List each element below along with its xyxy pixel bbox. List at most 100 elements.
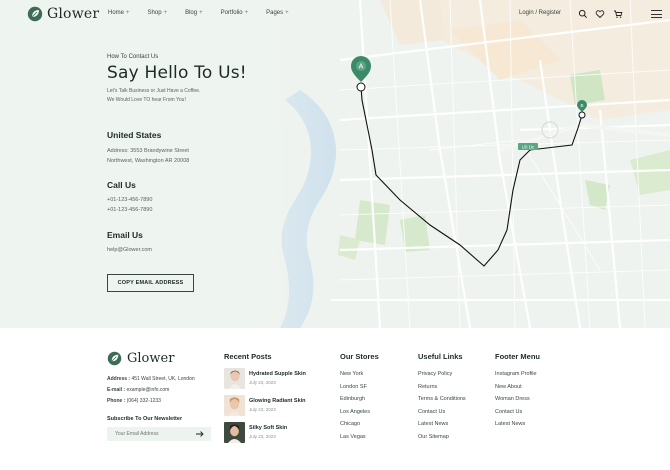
address-line: Address: 3553 Brandywine Street: [107, 148, 189, 154]
footer-email-label: E-mail :: [107, 387, 126, 393]
contact-eyebrow: How To Contact Us: [107, 54, 159, 60]
post-title: Hydrated Supple Skin: [249, 371, 306, 377]
search-icon[interactable]: [578, 9, 588, 19]
nav-label: Shop: [147, 10, 162, 16]
address-line: Northwest, Washington AR 20008: [107, 158, 190, 164]
leaf-logo-icon: [27, 6, 43, 22]
post-date: July 23, 2023: [249, 380, 276, 385]
footer-address: Address : 451 Wall Street, UK, London: [107, 376, 195, 382]
footer-menu-link[interactable]: New About: [495, 384, 522, 390]
nav-label: Blog: [185, 10, 198, 16]
footer-menu-link[interactable]: Latest News: [495, 421, 525, 427]
useful-link[interactable]: Contact Us: [418, 409, 445, 415]
footer-menu-link[interactable]: Instagram Profile: [495, 371, 537, 377]
newsletter-title: Subscribe To Our Newsletter: [107, 416, 183, 422]
newsletter-email-input[interactable]: [107, 431, 193, 437]
plus-icon: +: [199, 10, 203, 16]
plus-icon: +: [285, 10, 289, 16]
phone-lines: +01-123-456-7890 +01-123-456-7890: [107, 195, 152, 215]
heart-icon[interactable]: [595, 9, 605, 19]
footer-address-value: 451 Wall Street, UK, London: [131, 376, 195, 382]
newsletter-submit-button[interactable]: [193, 427, 207, 441]
marker-a-label: A: [359, 64, 364, 71]
store-link[interactable]: Los Angeles: [340, 409, 370, 415]
post-text: Hydrated Supple Skin July 23, 2023: [249, 368, 306, 385]
email-block: Email Us help@Glower.com: [107, 230, 152, 255]
store-link[interactable]: Las Vegas: [340, 434, 366, 440]
store-link[interactable]: New York: [340, 371, 363, 377]
phone-number[interactable]: +01-123-456-7890: [107, 195, 152, 205]
phone-number[interactable]: +01-123-456-7890: [107, 205, 152, 215]
useful-link[interactable]: Latest News: [418, 421, 448, 427]
address-lines: Address: 3553 Brandywine Street Northwes…: [107, 146, 189, 166]
nav-item-shop[interactable]: Shop +: [148, 10, 168, 16]
email-address[interactable]: help@Glower.com: [107, 245, 152, 255]
contact-subtitle-line: We Would Love TO hear From You!: [107, 97, 186, 103]
location-block: United States Address: 3553 Brandywine S…: [107, 130, 189, 166]
road-sign: US 1tc: [518, 143, 538, 150]
main-nav: Home + Shop + Blog + Portfolio + Pages +: [108, 10, 307, 16]
brand-name: Glower: [47, 6, 100, 22]
nav-label: Pages: [266, 10, 284, 16]
call-title: Call Us: [107, 180, 136, 190]
footer-email-value[interactable]: example@info.com: [126, 387, 169, 393]
footer-menu-link[interactable]: Woman Dress: [495, 396, 530, 402]
menu-icon[interactable]: [651, 10, 662, 18]
plus-icon: +: [244, 10, 249, 16]
road-sign-label: US 1tc: [522, 145, 535, 150]
login-register-link[interactable]: Login / Register: [519, 10, 561, 16]
footer-phone-label: Phone :: [107, 398, 126, 404]
footer-email: E-mail : example@info.com: [107, 387, 169, 393]
footer-logo[interactable]: Glower: [107, 351, 174, 366]
nav-item-pages[interactable]: Pages +: [266, 10, 289, 16]
post-title: Glowing Radiant Skin: [249, 398, 306, 404]
location-title: United States: [107, 130, 162, 140]
post-date: July 23, 2023: [249, 434, 276, 439]
store-link[interactable]: London SF: [340, 384, 367, 390]
post-thumbnail: [224, 422, 245, 443]
post-thumbnail: [224, 395, 245, 416]
brand-logo[interactable]: Glower: [27, 6, 99, 22]
footer-phone: Phone : (064) 332-1233: [107, 398, 161, 404]
post-thumbnail: [224, 368, 245, 389]
recent-post[interactable]: Silky Soft Skin July 23, 2023: [224, 422, 287, 443]
recent-posts-title: Recent Posts: [224, 352, 272, 361]
nav-label: Portfolio: [220, 10, 243, 16]
post-date: July 23, 2023: [249, 407, 276, 412]
nav-label: Home: [108, 10, 125, 16]
page: A B US 1tc Glower Home + Shop + Blog + P…: [0, 0, 670, 470]
useful-link[interactable]: Our Sitemap: [418, 434, 449, 440]
useful-link[interactable]: Terms & Conditions: [418, 396, 466, 402]
recent-post[interactable]: Hydrated Supple Skin July 23, 2023: [224, 368, 306, 389]
nav-item-portfolio[interactable]: Portfolio +: [221, 10, 249, 16]
nav-item-home[interactable]: Home +: [108, 10, 130, 16]
store-link[interactable]: Edinburgh: [340, 396, 365, 402]
cart-icon[interactable]: [613, 9, 623, 19]
footer-phone-value[interactable]: (064) 332-1233: [127, 398, 161, 404]
email-lines: help@Glower.com: [107, 245, 152, 255]
contact-subtitle: Let's Talk Business or Just Have a Coffe…: [107, 87, 307, 105]
contact-hero: A B US 1tc Glower Home + Shop + Blog + P…: [0, 0, 670, 328]
newsletter-form: [107, 427, 211, 441]
plus-icon: +: [163, 10, 168, 16]
useful-links-title: Useful Links: [418, 352, 463, 361]
site-header: Glower Home + Shop + Blog + Portfolio + Page…: [0, 0, 670, 30]
footer-menu-title: Footer Menu: [495, 352, 540, 361]
email-title: Email Us: [107, 230, 143, 240]
post-title: Silky Soft Skin: [249, 425, 288, 431]
contact-subtitle-line: Let's Talk Business or Just Have a Coffe…: [107, 88, 201, 94]
store-link[interactable]: Chicago: [340, 421, 360, 427]
page-title: Say Hello To Us!: [107, 63, 247, 83]
footer-menu-link[interactable]: Contact Us: [495, 409, 522, 415]
arrow-right-icon: [196, 431, 204, 437]
marker-b-label: B: [580, 103, 583, 108]
post-text: Glowing Radiant Skin July 23, 2023: [249, 395, 306, 412]
recent-post[interactable]: Glowing Radiant Skin July 23, 2023: [224, 395, 306, 416]
call-block: Call Us +01-123-456-7890 +01-123-456-789…: [107, 180, 152, 215]
useful-link[interactable]: Privacy Policy: [418, 371, 452, 377]
contact-intro: How To Contact Us Say Hello To Us! Let's…: [107, 54, 307, 105]
stores-title: Our Stores: [340, 352, 379, 361]
nav-item-blog[interactable]: Blog +: [185, 10, 203, 16]
copy-email-button[interactable]: COPY EMAIL ADDRESS: [107, 274, 194, 292]
useful-link[interactable]: Returns: [418, 384, 437, 390]
